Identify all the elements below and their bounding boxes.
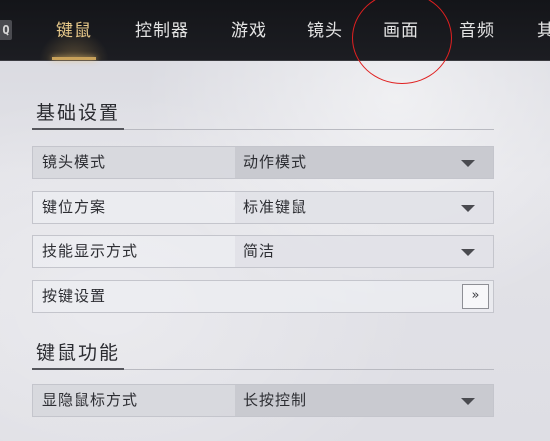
setting-row-camera-mode: 镜头模式 动作模式 [32,146,494,179]
tab-label: 音频 [459,21,495,41]
setting-label: 显隐鼠标方式 [42,391,139,409]
open-key-bindings-button[interactable]: » [462,284,489,309]
dropdown-value: 长按控制 [243,391,308,409]
tab-label: 其 [537,21,550,41]
chevron-down-icon [461,398,475,405]
setting-label: 镜头模式 [42,153,107,171]
tab-camera[interactable]: 镜头 [307,0,343,60]
section-title-basic-settings: 基础设置 [36,102,121,124]
tab-label: 键鼠 [56,21,92,41]
setting-row-cursor-toggle: 显隐鼠标方式 长按控制 [32,384,494,417]
skill-display-dropdown[interactable]: 简洁 [235,236,493,267]
cursor-toggle-dropdown[interactable]: 长按控制 [235,385,493,416]
top-nav-bar: Q 键鼠 控制器 游戏 镜头 画面 音频 其 [0,0,550,61]
setting-row-key-bindings[interactable]: 按键设置 » [32,280,494,313]
setting-row-skill-display: 技能显示方式 简洁 [32,235,494,268]
tab-game[interactable]: 游戏 [231,0,267,60]
section-divider-accent [32,128,124,130]
q-shortcut-key[interactable]: Q [0,20,12,40]
camera-mode-dropdown[interactable]: 动作模式 [235,147,493,178]
tab-keyboard-mouse[interactable]: 键鼠 [39,0,109,60]
tab-label: 控制器 [135,21,189,41]
setting-label: 技能显示方式 [42,242,139,260]
tab-other[interactable]: 其 [537,0,550,60]
chevron-down-icon [461,249,475,256]
tab-graphics[interactable]: 画面 [383,0,419,60]
tab-controller[interactable]: 控制器 [135,0,189,60]
setting-label: 按键设置 [42,287,107,305]
section-divider-accent [32,368,124,370]
chevron-down-icon [461,160,475,167]
dropdown-value: 简洁 [243,242,276,260]
tab-label: 镜头 [307,21,343,41]
dropdown-value: 标准键鼠 [243,198,308,216]
tab-label: 游戏 [231,21,267,41]
tab-label: 画面 [383,21,419,41]
settings-screen: Q 键鼠 控制器 游戏 镜头 画面 音频 其 基础设置 镜头模式 动作模式 键位… [0,0,550,441]
tab-audio[interactable]: 音频 [459,0,495,60]
key-scheme-dropdown[interactable]: 标准键鼠 [235,192,493,223]
chevron-down-icon [461,205,475,212]
setting-row-key-scheme: 键位方案 标准键鼠 [32,191,494,224]
tab-active-indicator [52,57,96,60]
section-title-mouse-functions: 键鼠功能 [36,342,121,364]
dropdown-value: 动作模式 [243,153,308,171]
setting-label: 键位方案 [42,198,107,216]
